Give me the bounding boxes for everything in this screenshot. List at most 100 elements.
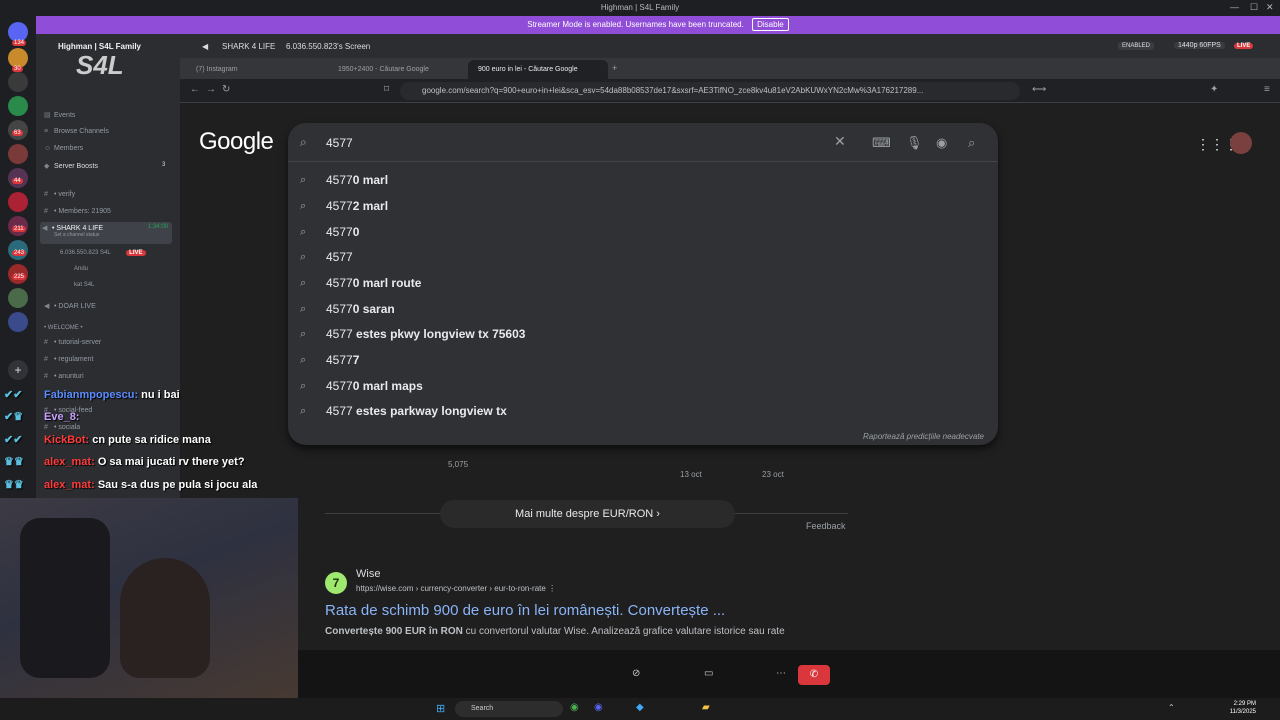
quality-badge[interactable]: 1440p 60FPS [1174,42,1225,49]
voice-user[interactable]: 6.036.550.823 S4L LIVE [60,250,146,256]
server-icon[interactable] [8,72,28,92]
folder-icon[interactable]: ▰ [702,702,710,713]
report-predictions-link[interactable]: Raportează predicțiile neadecvate [863,432,984,441]
taskbar-search[interactable]: Search [455,701,563,717]
server-icon[interactable] [8,288,28,308]
result-url[interactable]: https://wise.com › currency-converter › … [356,584,556,593]
voice-channel-doar-live[interactable]: ◀ • DOAR LIVE [44,302,96,310]
feedback-link[interactable]: Feedback [806,521,846,531]
suggestion-item[interactable]: ⌕ 45772 marl [300,193,990,219]
maximize-icon[interactable]: ☐ [1250,2,1258,13]
result-title-link[interactable]: Rata de schimb 900 de euro în lei române… [325,602,725,619]
home-icon[interactable] [8,22,28,42]
lens-icon[interactable]: ◉ [936,135,947,151]
clear-icon[interactable]: ✕ [834,133,846,150]
suggestion-item[interactable]: ⌕ 4577 estes parkway longview tx [300,398,990,424]
windows-start-icon[interactable]: ⊞ [436,702,445,715]
tab-instagram[interactable]: (7) Instagram [186,60,326,79]
menu-server-boosts[interactable]: ◆ Server Boosts 3 [44,162,165,170]
reload-icon[interactable]: ↻ [222,84,230,95]
channel-anunturi[interactable]: # • anunturi [44,373,84,380]
hash-icon: # [44,191,48,198]
address-bar[interactable]: google.com/search?q=900+euro+in+lei&sca_… [400,82,1020,100]
server-icon[interactable] [8,48,28,68]
divider [288,161,998,162]
channel-verify[interactable]: # • verify [44,191,75,198]
result-site-name[interactable]: Wise [356,568,380,580]
microphone-icon[interactable]: 🎙 [906,135,923,151]
chevron-right-icon: › [656,508,660,520]
suggestion-item[interactable]: ⌕ 45770 saran [300,296,990,322]
extensions-icon[interactable]: ✦ [1210,84,1218,95]
keyboard-icon[interactable]: ⌨ [872,135,891,151]
search-input[interactable]: 4577 [326,136,353,150]
suggestion-item[interactable]: ⌕ 45777 [300,347,990,373]
wifi-icon[interactable]: ⌃ [1168,703,1175,712]
disable-button[interactable]: Disable [752,18,789,31]
more-icon[interactable]: ⋯ [776,668,786,679]
stream-title: 6.036.550.823's Screen [286,42,371,51]
avatar[interactable] [1230,132,1252,154]
stream-channel[interactable]: SHARK 4 LIFE [222,42,275,51]
window-titlebar: Highman | S4L Family — ☐ ✕ [0,0,1280,16]
channel-status[interactable]: Set a channel status [42,232,172,238]
server-icon[interactable] [8,144,28,164]
category-welcome[interactable]: • WELCOME • [44,325,83,331]
voice-user[interactable]: kat S4L [74,282,94,288]
voice-channel-shark4life[interactable]: ◀ • SHARK 4 LIFE 1:34:00 Set a channel st… [40,222,172,244]
channel-members-count[interactable]: # • Members: 21905 [44,208,111,215]
google-logo[interactable]: Google [199,128,274,156]
badge-icons: ✔✔ [4,389,23,401]
chat-message: ♛♛ alex_mat: O sa mai jucati rv there yet… [4,456,245,468]
axis-x-label: 13 oct [680,470,702,479]
chrome-icon[interactable]: ◉ [570,702,579,713]
search-submit-icon[interactable]: ⌕ [968,135,975,151]
calendar-icon: ▤ [44,112,51,119]
channel-tutorial-server[interactable]: # • tutorial-server [44,339,101,346]
search-icon: ⌕ [300,303,307,315]
menu-members[interactable]: ☺ Members [44,145,83,152]
badge-icons: ♛♛ [4,456,24,468]
enabled-badge[interactable]: ENABLED [1118,42,1155,50]
server-icon[interactable] [8,96,28,116]
notification-badge: 225 [12,274,27,280]
suggestion-item[interactable]: ⌕ 4577 [300,244,990,270]
suggestion-item[interactable]: ⌕ 45770 marl route [300,270,990,296]
vscode-icon[interactable]: ◆ [636,702,644,713]
search-icon: ⌕ [300,328,307,340]
mic-muted-icon[interactable]: ⊘ [632,668,640,679]
server-icon[interactable] [8,312,28,332]
menu-events[interactable]: ▤ Events [44,111,75,119]
add-server-icon[interactable]: + [8,360,28,380]
close-icon[interactable]: ✕ [1266,2,1274,13]
more-about-button[interactable]: Mai multe despre EUR/RON › [440,500,735,528]
voice-user[interactable]: Andu [74,266,88,272]
bookmark-icon[interactable]: ⌑ [384,84,389,95]
windows-taskbar: ⊞ Search ◉ ◉ ◆ ▰ ⌃ 2:29 PM 11/3/2025 [0,698,1280,720]
menu-icon[interactable]: ≡ [1264,84,1270,95]
chart-axis: 5,075 13 oct 23 oct [325,460,848,480]
suggestion-item[interactable]: ⌕ 45770 marl maps [300,373,990,399]
translate-icon[interactable]: ⟷ [1032,84,1046,95]
forward-icon[interactable]: → [206,84,216,95]
more-vert-icon[interactable]: ⋮ [548,584,556,593]
server-icon[interactable] [8,192,28,212]
end-call-icon[interactable]: ✆ [798,665,830,685]
tab-google-1[interactable]: 1950+2400 - Căutare Google [328,60,466,79]
channel-regulament[interactable]: # • regulament [44,356,93,363]
tab-google-active[interactable]: 900 euro in lei - Căutare Google [468,60,608,79]
gaming-chair [20,518,110,678]
notification-badge: 134 [12,40,27,46]
suggestion-item[interactable]: ⌕ 45770 marl [300,167,990,193]
minimize-icon[interactable]: — [1230,2,1239,12]
notification-badge: 243 [12,250,27,256]
discord-icon[interactable]: ◉ [594,702,603,713]
menu-browse-channels[interactable]: ≡ Browse Channels [44,128,109,135]
new-tab-icon[interactable]: + [612,63,617,73]
screen-share-icon[interactable]: ▭ [704,668,713,679]
suggestion-item[interactable]: ⌕ 4577 estes pkwy longview tx 75603 [300,321,990,347]
notification-badge: 44 [12,178,23,184]
back-icon[interactable]: ← [190,84,200,95]
system-clock[interactable]: 2:29 PM 11/3/2025 [1230,700,1256,716]
suggestion-item[interactable]: ⌕ 45770 [300,219,990,245]
